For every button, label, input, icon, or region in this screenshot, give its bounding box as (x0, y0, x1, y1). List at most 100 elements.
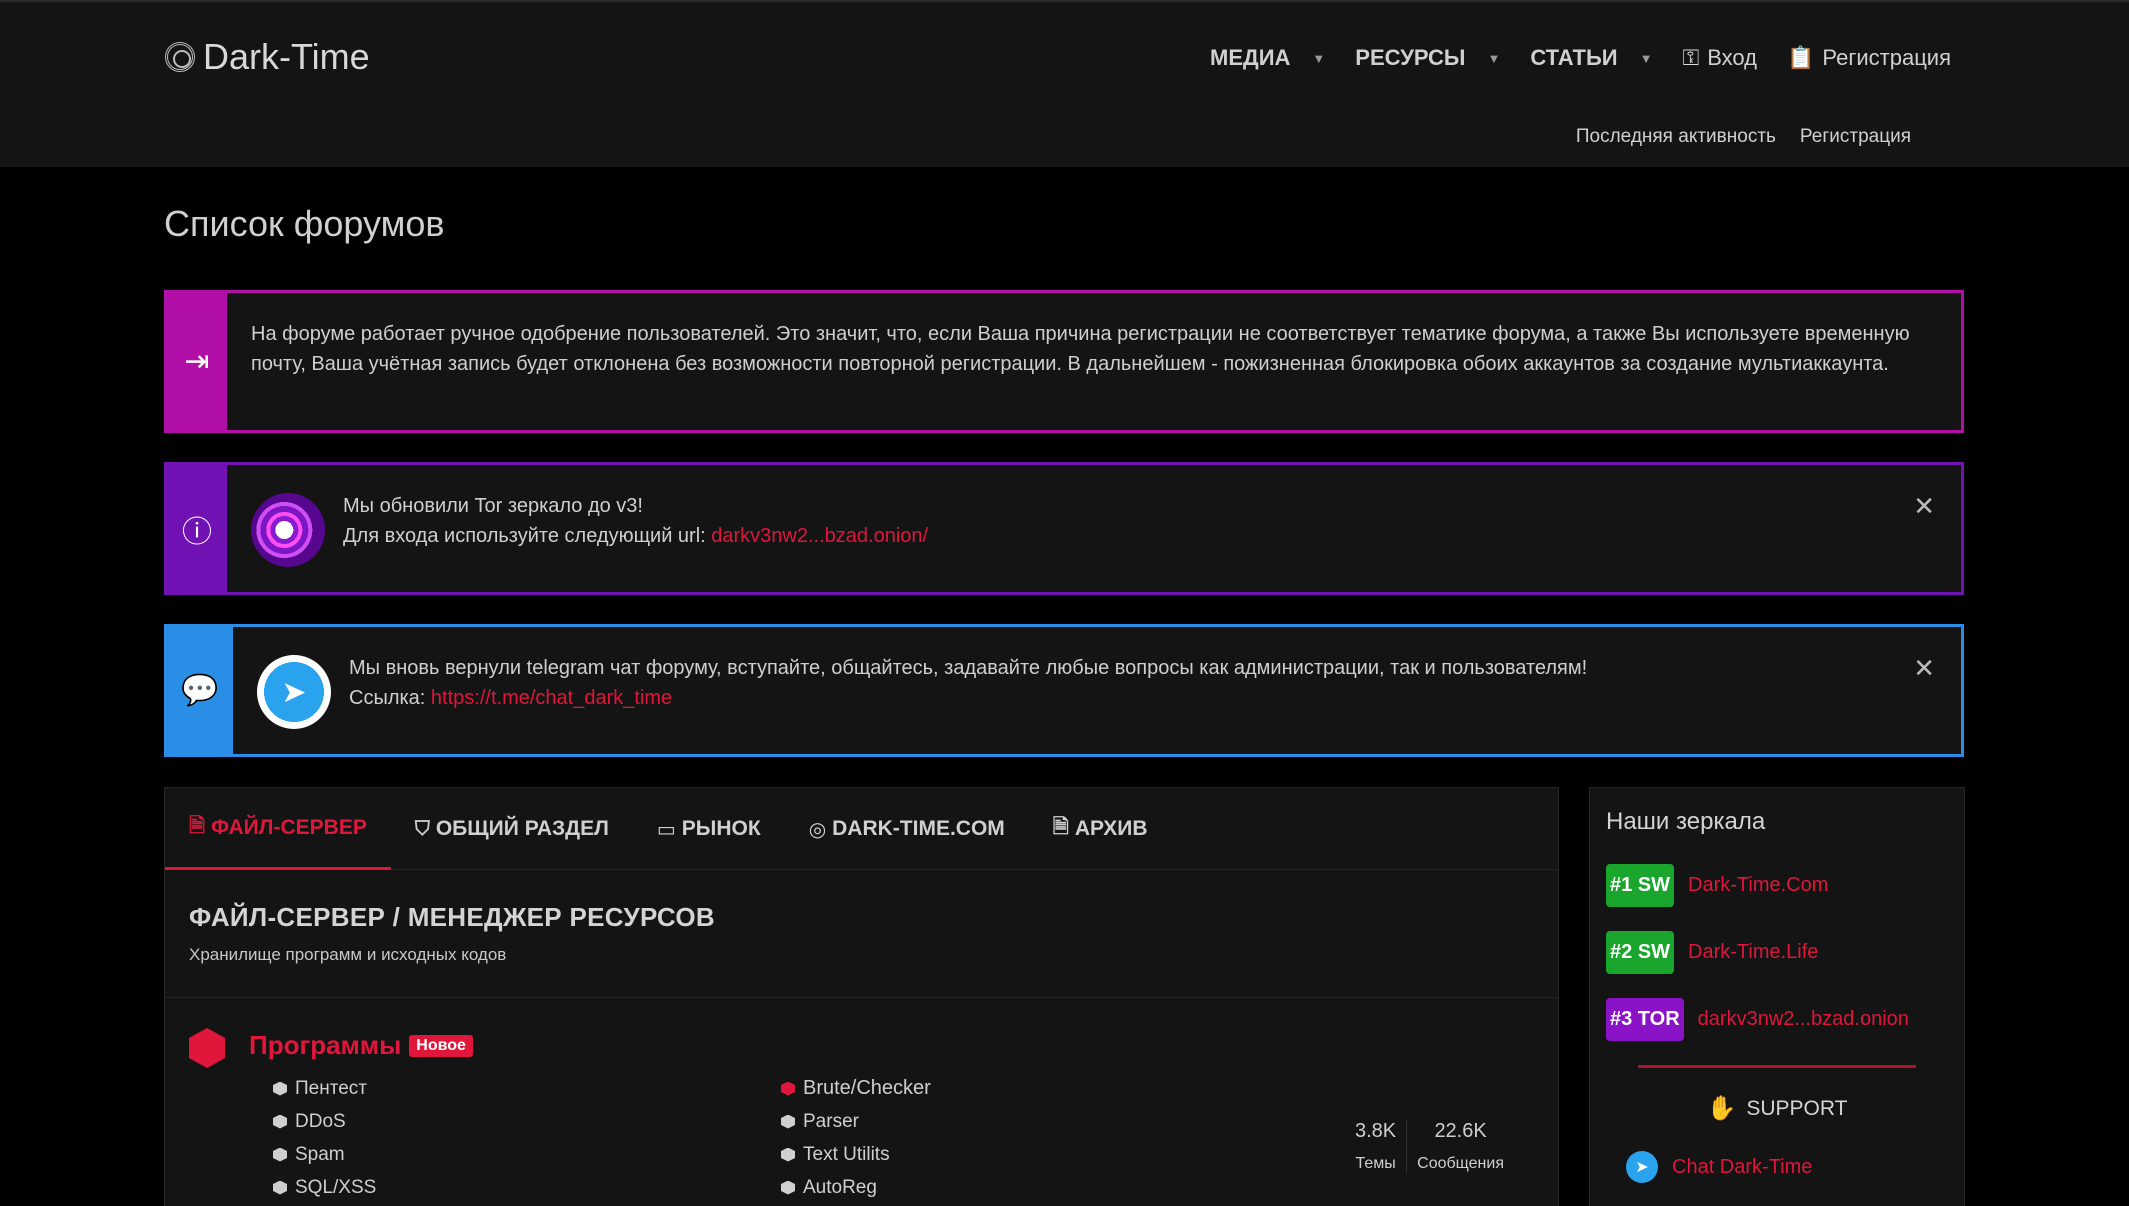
subforum-label: Text Utilits (803, 1143, 890, 1165)
mirror-item[interactable]: #3 TOR darkv3nw2...bzad.onion (1606, 998, 1948, 1041)
tab-general[interactable]: ⛉ ОБЩИЙ РАЗДЕЛ (391, 788, 633, 870)
nav-media-label: МЕДИА (1210, 45, 1291, 70)
mirror-tag: #1 SW (1606, 864, 1675, 907)
forum-name[interactable]: Программы (249, 1030, 401, 1061)
subforum-item[interactable]: Parser (781, 1105, 931, 1138)
subforum-item[interactable]: SQL/XSS (273, 1171, 376, 1204)
notice-line2: Ссылка: https://t.me/chat_dark_time (349, 683, 1937, 713)
notice-manual-approval: ⇥ На форуме работает ручное одобрение по… (164, 290, 1964, 433)
sidebar-divider (1638, 1065, 1916, 1068)
notice-tor-mirror: ⓘ Мы обновили Tor зеркало до v3! Для вхо… (164, 462, 1964, 595)
subforum-list: Brute/Checker Parser Text Utilits AutoRe… (781, 1072, 931, 1204)
support-heading: ✋ SUPPORT (1590, 1094, 1964, 1123)
section-title[interactable]: ФАЙЛ-СЕРВЕР / МЕНЕДЖЕР РЕСУРСОВ (189, 902, 1534, 933)
notice-text: На форуме работает ручное одобрение поль… (251, 323, 1910, 375)
file-icon: 🗎 (189, 814, 206, 837)
chat-label[interactable]: Chat Dark-Time (1672, 1156, 1812, 1179)
hexagon-icon (273, 1081, 287, 1096)
hexagon-icon (273, 1180, 287, 1195)
tor-url-link[interactable]: darkv3nw2...bzad.onion/ (711, 525, 928, 547)
notice-line2-prefix: Ссылка: (349, 687, 431, 709)
forum-row: Программы Новое Пентест DDoS Spam SQL/XS… (165, 998, 1558, 1198)
forum-list-panel: 🗎 ФАЙЛ-СЕРВЕР ⛉ ОБЩИЙ РАЗДЕЛ ▭ РЫНОК ◎ D… (164, 787, 1559, 1206)
nav-media[interactable]: МЕДИА ▼ (1210, 45, 1325, 71)
telegram-url-link[interactable]: https://t.me/chat_dark_time (431, 687, 672, 709)
login-label: Вход (1707, 45, 1757, 70)
register-link[interactable]: 📋 Регистрация (1787, 45, 1951, 71)
caret-down-icon[interactable]: ▼ (1640, 51, 1653, 66)
mirror-link[interactable]: Dark-Time.Life (1688, 941, 1818, 964)
telegram-logo-icon: ➤ (257, 655, 331, 729)
subforum-item[interactable]: Пентест (273, 1072, 376, 1105)
notice-body: Мы обновили Tor зеркало до v3! Для входа… (343, 465, 1961, 592)
mirror-item[interactable]: #2 SW Dark-Time.Life (1606, 931, 1948, 974)
subforum-item[interactable]: AutoReg (781, 1171, 931, 1204)
notice-line2-prefix: Для входа используйте следующий url: (343, 525, 712, 547)
shield-icon: ⛉ (414, 817, 430, 840)
caret-down-icon[interactable]: ▼ (1312, 51, 1325, 66)
subforum-item[interactable]: Spam (273, 1138, 376, 1171)
subforum-item[interactable]: DDoS (273, 1105, 376, 1138)
nav-resources[interactable]: РЕСУРСЫ ▼ (1355, 45, 1500, 71)
mirror-item[interactable]: #1 SW Dark-Time.Com (1606, 864, 1948, 907)
login-link[interactable]: ⚿ Вход (1682, 45, 1757, 71)
threads-label: Темы (1355, 1155, 1396, 1172)
posts-stat: 22.6K Сообщения (1406, 1120, 1514, 1173)
mirror-tag: #2 SW (1606, 931, 1675, 974)
close-icon[interactable]: ✕ (1913, 653, 1935, 684)
key-icon: ⚿ (1682, 45, 1700, 70)
nav-articles[interactable]: СТАТЬИ ▼ (1530, 45, 1652, 71)
subforum-item[interactable]: Text Utilits (781, 1138, 931, 1171)
top-nav: МЕДИА ▼ РЕСУРСЫ ▼ СТАТЬИ ▼ ⚿ Вход 📋 Реги… (1210, 38, 1951, 78)
fingerprint-icon: ◎ (808, 818, 827, 841)
chat-bubbles-icon: 💬 (167, 627, 233, 754)
new-badge: Новое (409, 1034, 473, 1057)
sign-in-icon: ⇥ (167, 293, 227, 430)
support-chat-link[interactable]: ➤ Chat Dark-Time (1626, 1151, 1964, 1183)
tab-archive[interactable]: 🗎 АРХИВ (1029, 788, 1172, 870)
tab-market[interactable]: ▭ РЫНОК (633, 788, 785, 870)
notice-telegram: 💬 ➤ Мы вновь вернули telegram чат форуму… (164, 624, 1964, 757)
fingerprint-icon (165, 42, 195, 72)
logo-text: Dark-Time (203, 36, 370, 77)
mirrors-sidebar: Наши зеркала #1 SW Dark-Time.Com #2 SW D… (1589, 787, 1965, 1206)
posts-label: Сообщения (1417, 1155, 1504, 1172)
subforum-label: SQL/XSS (295, 1176, 377, 1198)
subforum-item[interactable]: Brute/Checker (781, 1072, 931, 1105)
category-tabs: 🗎 ФАЙЛ-СЕРВЕР ⛉ ОБЩИЙ РАЗДЕЛ ▭ РЫНОК ◎ D… (165, 788, 1558, 870)
sub-nav: Последняя активность Регистрация (1576, 126, 1911, 148)
notice-line1: Мы вновь вернули telegram чат форуму, вс… (349, 657, 1588, 679)
tab-dark-time-com[interactable]: ◎ DARK-TIME.COM (785, 788, 1029, 870)
support-hand-icon: ✋ (1706, 1095, 1737, 1122)
notice-line2: Для входа используйте следующий url: dar… (343, 521, 1937, 551)
page-title: Список форумов (164, 203, 445, 244)
threads-stat: 3.8K Темы (1345, 1120, 1406, 1173)
site-header: Dark-Time МЕДИА ▼ РЕСУРСЫ ▼ СТАТЬИ ▼ ⚿ В… (0, 0, 2129, 167)
nav-articles-label: СТАТЬИ (1530, 45, 1618, 70)
hexagon-icon (781, 1180, 795, 1195)
subnav-latest-activity[interactable]: Последняя активность (1576, 126, 1776, 148)
tab-label: АРХИВ (1074, 817, 1148, 840)
section-header: ФАЙЛ-СЕРВЕР / МЕНЕДЖЕР РЕСУРСОВ Хранилищ… (165, 870, 1558, 998)
site-logo[interactable]: Dark-Time (165, 34, 370, 80)
mirror-link[interactable]: Dark-Time.Com (1688, 874, 1828, 897)
subnav-register[interactable]: Регистрация (1800, 126, 1911, 148)
notice-line1: Мы обновили Tor зеркало до v3! (343, 495, 643, 517)
hexagon-icon (781, 1081, 795, 1096)
tab-label: DARK-TIME.COM (832, 817, 1005, 840)
subforum-list: Пентест DDoS Spam SQL/XSS (273, 1072, 376, 1204)
close-icon[interactable]: ✕ (1913, 491, 1935, 522)
subforum-label: Brute/Checker (803, 1077, 931, 1099)
tab-file-server[interactable]: 🗎 ФАЙЛ-СЕРВЕР (165, 788, 391, 870)
support-label: SUPPORT (1746, 1096, 1848, 1120)
register-label: Регистрация (1822, 45, 1951, 70)
tor-logo-icon (251, 493, 325, 567)
mirror-link[interactable]: darkv3nw2...bzad.onion (1698, 1008, 1909, 1031)
forum-stats: 3.8K Темы 22.6K Сообщения (1345, 1120, 1514, 1173)
tab-label: РЫНОК (681, 817, 761, 840)
notice-body: Мы вновь вернули telegram чат форуму, вс… (349, 627, 1961, 754)
forum-title[interactable]: Программы Новое (249, 1030, 473, 1061)
hexagon-icon (273, 1147, 287, 1162)
caret-down-icon[interactable]: ▼ (1487, 51, 1500, 66)
sidebar-title: Наши зеркала (1606, 808, 1766, 835)
